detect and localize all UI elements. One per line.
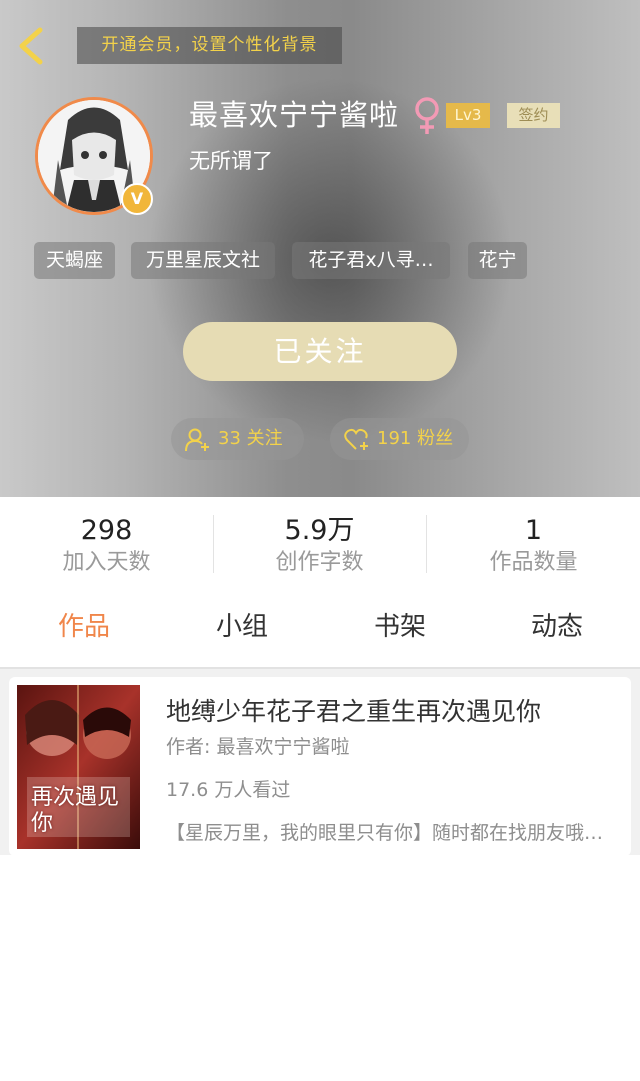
- followed-button[interactable]: 已关注: [183, 322, 457, 381]
- stat-value: 5.9万: [284, 515, 355, 546]
- divider: [0, 667, 640, 669]
- work-title[interactable]: 地缚少年花子君之重生再次遇见你: [166, 695, 541, 729]
- user-bio: 无所谓了: [189, 149, 273, 173]
- following-count: 33 关注: [218, 428, 283, 449]
- back-arrow-icon: [19, 27, 43, 65]
- level-badge: Lv3: [446, 103, 490, 128]
- tab-groups[interactable]: 小组: [216, 609, 268, 645]
- profile-stats: 298 加入天数 5.9万 创作字数 1 作品数量: [0, 497, 640, 597]
- fans-count-button[interactable]: 191 粉丝: [330, 418, 469, 460]
- work-description: 【星辰万里，我的眼里只有你】随时都在找朋友哦…: [166, 822, 604, 844]
- following-count-button[interactable]: 33 关注: [171, 418, 304, 460]
- stat-work-count: 1 作品数量: [427, 514, 640, 578]
- work-author: 作者: 最喜欢宁宁酱啦: [166, 736, 350, 758]
- book-cover[interactable]: 再次遇见你: [17, 685, 140, 849]
- stat-word-count: 5.9万 创作字数: [213, 514, 426, 578]
- back-button[interactable]: [14, 26, 50, 66]
- profile-tabs: 作品 小组 书架 动态: [0, 597, 640, 667]
- work-card[interactable]: 再次遇见你 地缚少年花子君之重生再次遇见你 作者: 最喜欢宁宁酱啦 17.6 万…: [9, 677, 631, 856]
- username: 最喜欢宁宁酱啦: [189, 98, 400, 132]
- stat-join-days: 298 加入天数: [0, 514, 213, 578]
- tab-works[interactable]: 作品: [58, 609, 110, 645]
- signed-author-badge: 签约: [507, 103, 560, 128]
- heart-add-icon: [344, 428, 368, 450]
- stat-value: 298: [80, 515, 133, 546]
- fans-count: 191 粉丝: [377, 428, 454, 449]
- stat-label: 加入天数: [62, 550, 151, 575]
- female-gender-icon: [415, 97, 439, 134]
- work-view-count: 17.6 万人看过: [166, 779, 291, 801]
- tag-item[interactable]: 花子君x八寻…: [292, 242, 450, 279]
- vip-badge: V: [121, 183, 153, 215]
- profile-header: 开通会员，设置个性化背景 V 最喜欢宁宁酱啦 Lv3 签约 无所谓了 天蝎座 万…: [0, 0, 640, 497]
- tag-item[interactable]: 万里星辰文社: [131, 242, 275, 279]
- tag-item[interactable]: 花宁: [468, 242, 527, 279]
- stat-label: 创作字数: [275, 550, 364, 575]
- stat-label: 作品数量: [489, 550, 578, 575]
- stat-value: 1: [524, 515, 543, 546]
- book-cover-title: 再次遇见你: [31, 785, 120, 836]
- vip-background-banner[interactable]: 开通会员，设置个性化背景: [77, 27, 342, 64]
- tag-item[interactable]: 天蝎座: [34, 242, 115, 279]
- user-add-icon: [185, 428, 209, 452]
- tab-activity[interactable]: 动态: [531, 609, 583, 645]
- tab-bookshelf[interactable]: 书架: [374, 609, 426, 645]
